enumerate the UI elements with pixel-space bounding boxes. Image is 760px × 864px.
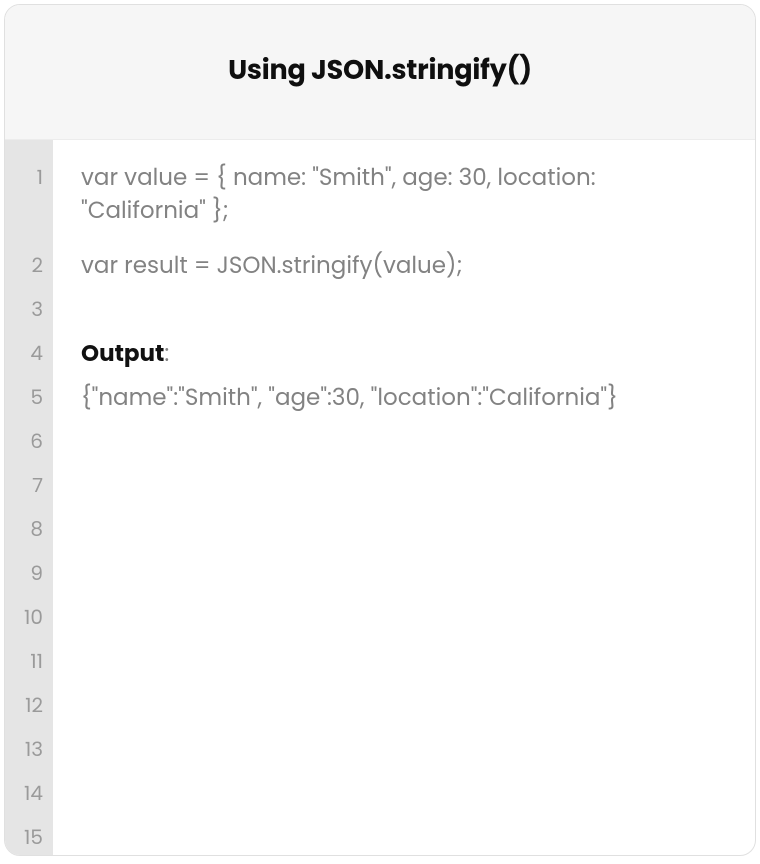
line-number: 5 (5, 378, 53, 422)
line-number: 13 (5, 730, 53, 774)
code-line-empty (81, 290, 725, 334)
code-line: var result = JSON.stringify(value); (81, 246, 725, 290)
line-number: 8 (5, 510, 53, 554)
line-number: 12 (5, 686, 53, 730)
line-number: 11 (5, 642, 53, 686)
line-number: 15 (5, 818, 53, 855)
line-number: 3 (5, 290, 53, 334)
line-number: 9 (5, 554, 53, 598)
card-title: Using JSON.stringify() (25, 51, 735, 91)
output-value-line: {"name":"Smith", "age":30, "location":"C… (81, 378, 725, 422)
line-number: 1 (5, 158, 53, 246)
code-card: Using JSON.stringify() 1 2 3 4 5 6 7 8 9… (4, 4, 756, 856)
card-body: 1 2 3 4 5 6 7 8 9 10 11 12 13 14 15 var … (5, 140, 755, 855)
line-number: 4 (5, 334, 53, 378)
line-number: 7 (5, 466, 53, 510)
line-number: 14 (5, 774, 53, 818)
code-content: var value = { name: "Smith", age: 30, lo… (53, 140, 755, 855)
output-label: Output (81, 338, 164, 370)
line-number: 10 (5, 598, 53, 642)
card-header: Using JSON.stringify() (5, 5, 755, 140)
line-number: 6 (5, 422, 53, 466)
code-line: var value = { name: "Smith", age: 30, lo… (81, 158, 725, 246)
line-number-gutter: 1 2 3 4 5 6 7 8 9 10 11 12 13 14 15 (5, 140, 53, 855)
line-number: 2 (5, 246, 53, 290)
output-label-line: Output: (81, 334, 725, 378)
output-colon: : (164, 338, 169, 370)
